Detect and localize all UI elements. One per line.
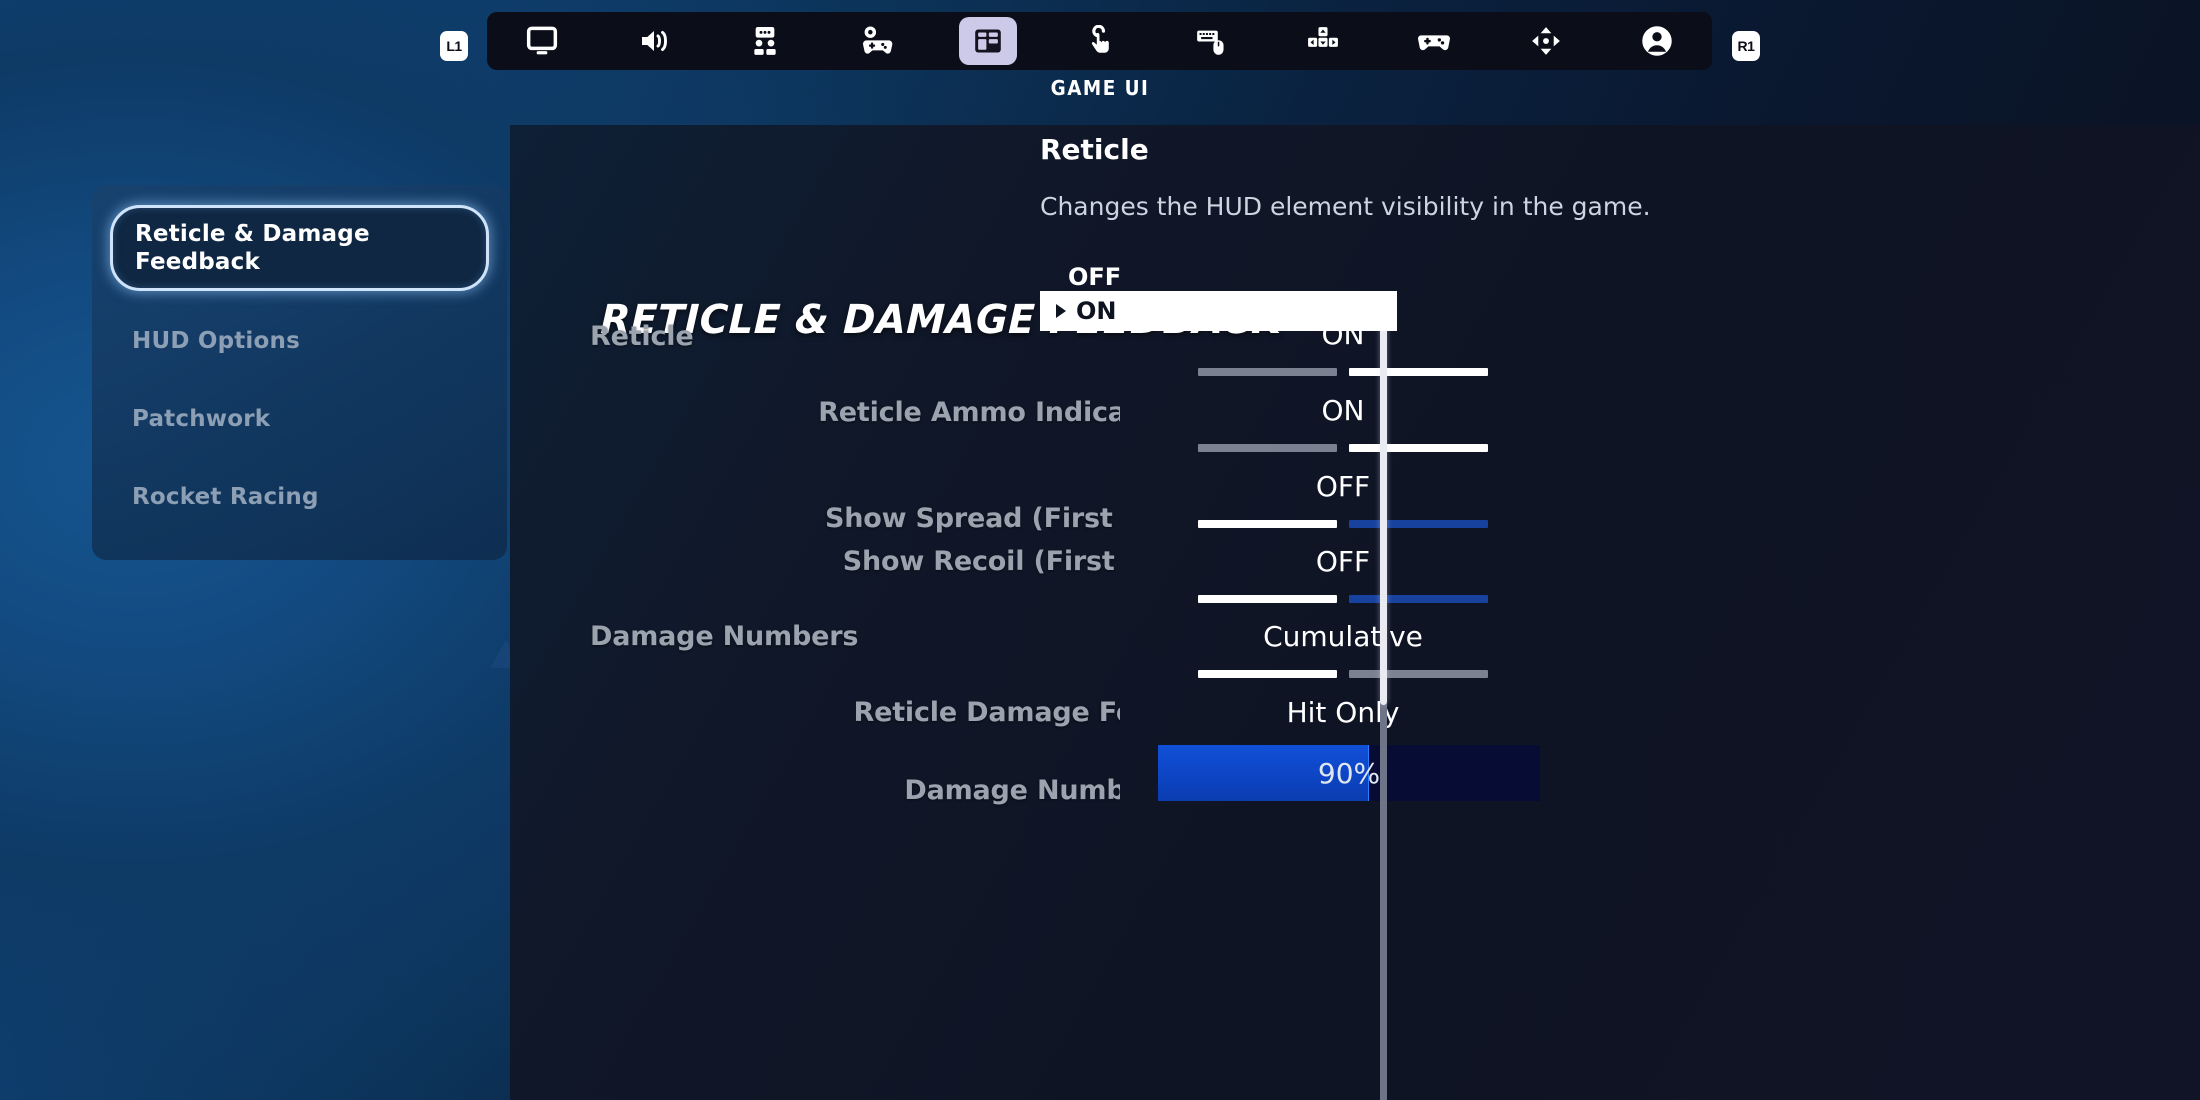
- setting-segments-show-recoil[interactable]: [1198, 595, 1488, 603]
- content-scrollbar[interactable]: [1380, 305, 1387, 1100]
- sidebar-item-rocket-racing[interactable]: Rocket Racing: [110, 469, 489, 525]
- tab-account[interactable]: [1628, 17, 1686, 65]
- keybinds-icon: [1306, 25, 1340, 57]
- controller-icon: [1416, 25, 1452, 57]
- setting-row-show-recoil[interactable]: Show Recoil (First Person): [590, 546, 1120, 590]
- nav-tab-bar: [487, 12, 1712, 70]
- sidebar-item-label: Patchwork: [132, 406, 271, 433]
- settings-sidebar: Reticle & Damage Feedback HUD Options Pa…: [92, 185, 507, 560]
- segment[interactable]: [1349, 368, 1488, 376]
- segment[interactable]: [1198, 368, 1337, 376]
- setting-label: Reticle Damage Feedback: [853, 697, 1120, 728]
- setting-row-reticle-ammo-indicator[interactable]: Reticle Ammo Indicator: [590, 397, 1120, 441]
- detail-title: Reticle: [1040, 133, 1149, 166]
- sidebar-item-patchwork[interactable]: Patchwork: [110, 391, 489, 447]
- segment[interactable]: [1349, 520, 1488, 528]
- setting-label: Damage Numbers: [590, 621, 859, 652]
- setting-row-damage-numbers[interactable]: Damage Numbers: [590, 621, 1120, 665]
- keyboard-mouse-icon: [1193, 25, 1229, 57]
- detail-description: Changes the HUD element visibility in th…: [1040, 192, 1651, 221]
- tab-movement[interactable]: [1517, 17, 1575, 65]
- game-ui-icon: [971, 25, 1005, 57]
- game-settings-icon: [859, 25, 895, 57]
- touch-icon: [1084, 25, 1116, 57]
- account-icon: [1639, 24, 1675, 58]
- scrollbar-thumb[interactable]: [1380, 305, 1387, 705]
- setting-value: Cumulative: [1263, 620, 1423, 653]
- monitor-icon: [525, 25, 559, 57]
- speaker-icon: [637, 25, 671, 57]
- setting-label: Damage Numbers Scale: [904, 775, 1120, 806]
- setting-label: Show Recoil (First Person): [842, 546, 1120, 577]
- tab-controller[interactable]: [1405, 17, 1463, 65]
- caret-right-icon: [1056, 304, 1066, 318]
- detail-option-label: OFF: [1068, 263, 1122, 291]
- slider-value: 90%: [1317, 756, 1381, 790]
- segment[interactable]: [1349, 595, 1488, 603]
- sidebar-item-label: HUD Options: [132, 328, 300, 355]
- social-icon: [748, 25, 782, 57]
- sidebar-item-label: Reticle & Damage Feedback: [135, 221, 370, 276]
- setting-value: ON: [1321, 394, 1365, 427]
- sidebar-item-hud-options[interactable]: HUD Options: [110, 313, 489, 369]
- right-bumper-hint: R1: [1729, 30, 1763, 62]
- setting-segments-reticle[interactable]: [1198, 368, 1488, 376]
- setting-segments-show-spread[interactable]: [1198, 520, 1488, 528]
- segment[interactable]: [1349, 444, 1488, 452]
- tab-audio[interactable]: [625, 17, 683, 65]
- setting-row-damage-numbers-scale[interactable]: Damage Numbers Scale: [590, 775, 1120, 819]
- slider-damage-numbers-scale[interactable]: 90%: [1158, 745, 1540, 801]
- setting-label: Reticle: [590, 321, 694, 352]
- setting-value: Hit Only: [1286, 696, 1400, 729]
- detail-option-label: ON: [1076, 297, 1117, 325]
- tab-video[interactable]: [513, 17, 571, 65]
- sidebar-item-label: Rocket Racing: [132, 484, 319, 511]
- dpad-icon: [1529, 25, 1563, 57]
- setting-row-reticle-damage-feedback[interactable]: Reticle Damage Feedback: [590, 697, 1120, 741]
- tab-keyboard-mouse[interactable]: [1182, 17, 1240, 65]
- tab-social[interactable]: [736, 17, 794, 65]
- left-bumper-hint: L1: [437, 30, 471, 62]
- left-bumper-label: L1: [440, 31, 468, 61]
- top-navigation: L1 R1 GAME UI: [0, 0, 2200, 120]
- setting-segments-reticle-ammo-indicator[interactable]: [1198, 444, 1488, 452]
- tab-keybinds[interactable]: [1294, 17, 1352, 65]
- detail-option-on[interactable]: ON: [1040, 291, 1397, 331]
- setting-label: Reticle Ammo Indicator: [818, 397, 1120, 428]
- setting-segments-damage-numbers[interactable]: [1198, 670, 1488, 678]
- nav-active-tab-title: GAME UI: [1050, 76, 1150, 100]
- tab-game[interactable]: [848, 17, 906, 65]
- segment[interactable]: [1349, 670, 1488, 678]
- segment[interactable]: [1198, 595, 1337, 603]
- setting-label: Show Spread (First Person): [824, 503, 1120, 534]
- tab-game-ui[interactable]: [959, 17, 1017, 65]
- right-bumper-label: R1: [1732, 31, 1760, 61]
- setting-row-show-spread[interactable]: Show Spread (First Person): [590, 503, 1120, 547]
- sidebar-item-reticle-damage-feedback[interactable]: Reticle & Damage Feedback: [110, 205, 489, 292]
- segment[interactable]: [1198, 444, 1337, 452]
- segment[interactable]: [1198, 520, 1337, 528]
- segment[interactable]: [1198, 670, 1337, 678]
- tab-touch[interactable]: [1071, 17, 1129, 65]
- setting-value: OFF: [1315, 545, 1371, 578]
- setting-value: OFF: [1315, 470, 1371, 503]
